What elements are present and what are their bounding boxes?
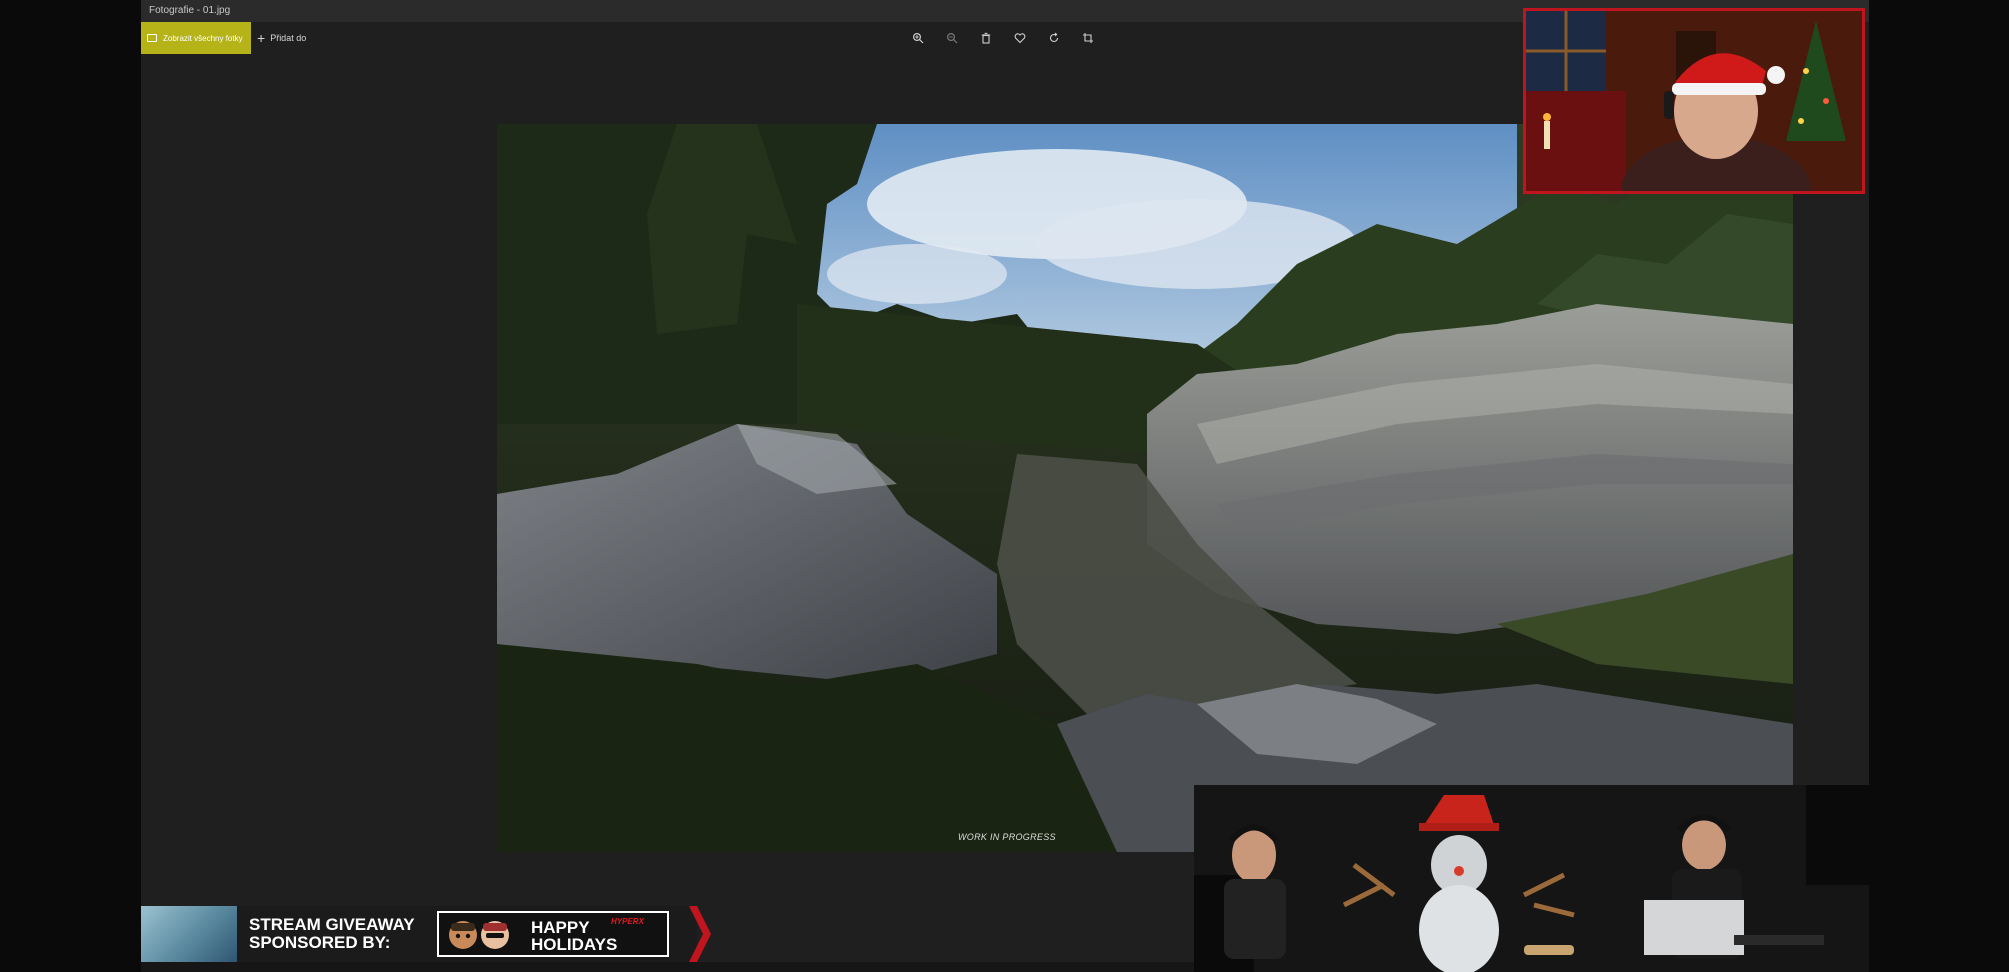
taskbar-strip — [141, 962, 1194, 972]
giveaway-line-2: SPONSORED BY: — [249, 933, 391, 952]
work-in-progress-caption: WORK IN PROGRESS — [958, 832, 1056, 842]
add-to-button[interactable]: + Přidat do — [257, 22, 327, 54]
crop-icon[interactable] — [1079, 29, 1097, 47]
mascot-avatars-icon — [449, 921, 509, 949]
delete-icon[interactable] — [977, 29, 995, 47]
holidays-line-2: HOLIDAYS — [531, 935, 618, 954]
zoom-out-icon[interactable] — [943, 29, 961, 47]
photos-icon — [147, 34, 157, 42]
holidays-line-1: HAPPY — [531, 918, 590, 937]
streamer-webcam-overlay — [1523, 8, 1865, 194]
image-toolbar — [909, 22, 1097, 54]
show-all-photos-button[interactable]: Zobrazit všechny fotky — [141, 22, 251, 54]
giveaway-thumbnail-image — [141, 906, 237, 962]
studio-camera-image — [1194, 785, 1869, 972]
studio-camera-overlay — [1194, 785, 1869, 972]
favorite-heart-icon[interactable] — [1011, 29, 1029, 47]
show-all-photos-label: Zobrazit všechny fotky — [163, 33, 243, 43]
forest-rocks-scene-image — [497, 124, 1793, 852]
displayed-photo — [497, 124, 1793, 852]
stream-frame: Fotografie - 01.jpg Zobrazit všechny fot… — [0, 0, 2009, 972]
sponsor-logo-box: HYPERX HAPPY HOLIDAYS — [437, 911, 669, 957]
giveaway-line-1: STREAM GIVEAWAY — [249, 915, 415, 934]
rotate-icon[interactable] — [1045, 29, 1063, 47]
banner-red-accent — [689, 906, 711, 962]
sponsor-banner: STREAM GIVEAWAY SPONSORED BY: HYPERX HAP… — [141, 906, 711, 962]
window-title: Fotografie - 01.jpg — [149, 5, 231, 16]
plus-icon: + — [257, 30, 266, 46]
giveaway-text: STREAM GIVEAWAY SPONSORED BY: — [249, 916, 415, 952]
zoom-in-icon[interactable] — [909, 29, 927, 47]
streamer-webcam-image — [1526, 11, 1862, 191]
add-to-label: Přidat do — [270, 33, 307, 43]
happy-holidays-text: HAPPY HOLIDAYS — [531, 919, 617, 953]
